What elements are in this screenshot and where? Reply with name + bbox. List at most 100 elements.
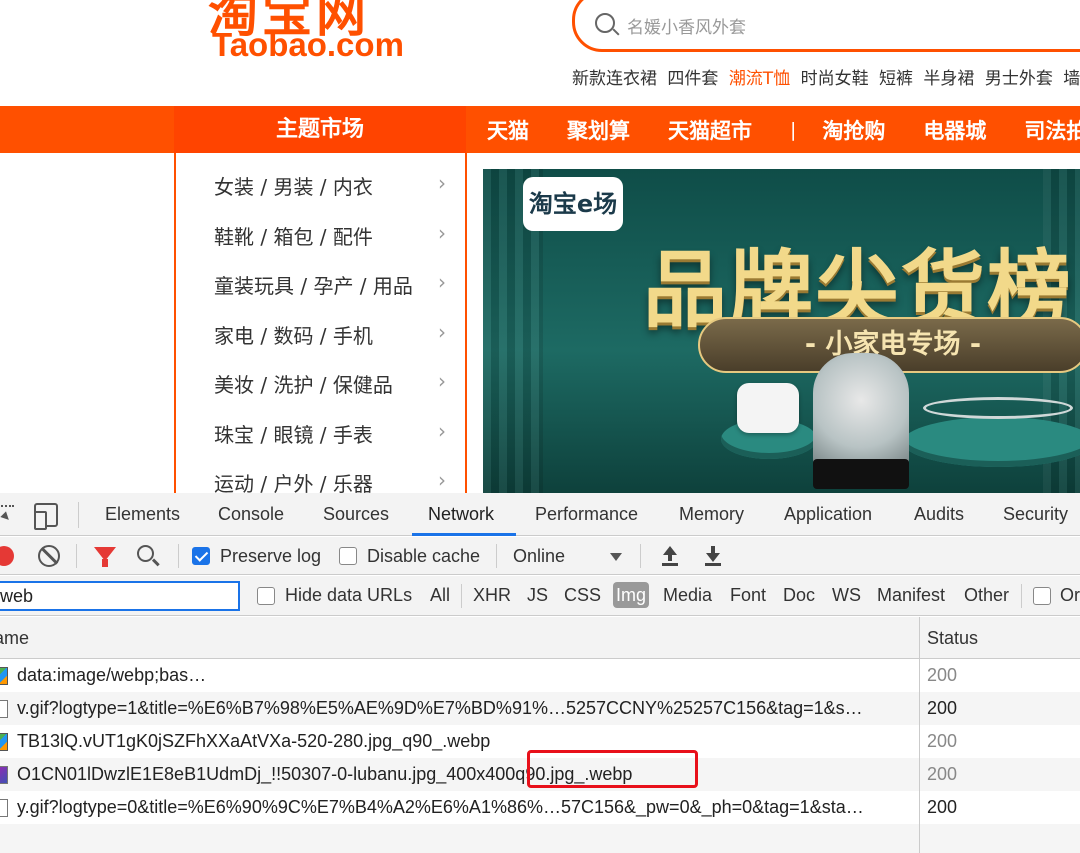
type-filter-all[interactable]: All: [430, 585, 450, 606]
gif-file-icon: [0, 799, 8, 817]
throttling-select[interactable]: Online: [513, 546, 565, 567]
trailing-filter-checkbox[interactable]: [1033, 587, 1051, 605]
gif-file-icon: [0, 700, 8, 718]
divider: [496, 544, 497, 568]
column-header-status[interactable]: Status: [927, 628, 978, 649]
category-item[interactable]: 童装玩具 / 孕产 / 用品: [214, 270, 413, 299]
hotword-link[interactable]: 墙: [1063, 69, 1080, 89]
trailing-filter-label[interactable]: Or: [1060, 585, 1080, 606]
nav-link-juhuasuan[interactable]: 聚划算: [567, 115, 630, 145]
request-status: 200: [927, 764, 958, 784]
promo-banner[interactable]: 淘宝e场 品牌尖货榜 - 小家电专场 -: [483, 169, 1080, 493]
hotword-link[interactable]: 短裤: [879, 69, 913, 89]
empty-table-row: [0, 824, 1080, 853]
chevron-right-icon: ›: [438, 468, 446, 492]
request-status: 200: [927, 665, 958, 685]
nav-link-electronics[interactable]: 电器城: [923, 115, 986, 145]
nav-link-auction[interactable]: 司法拍: [1024, 115, 1080, 145]
nav-link-tmall-supermarket[interactable]: 天猫超市: [668, 115, 752, 145]
hotword-link-highlighted[interactable]: 潮流T恤: [729, 69, 790, 89]
tab-elements[interactable]: Elements: [105, 504, 180, 525]
tab-network[interactable]: Network: [428, 504, 494, 525]
divider: [640, 544, 641, 568]
category-item[interactable]: 女装 / 男装 / 内衣: [214, 171, 373, 200]
clear-icon[interactable]: [38, 545, 60, 567]
type-filter-ws[interactable]: WS: [832, 585, 861, 606]
table-row[interactable]: data:image/webp;bas… 200: [0, 659, 1080, 692]
taobao-page: 淘宝网 Taobao.com 名媛小香风外套 新款连衣裙 四件套 潮流T恤 时尚…: [0, 0, 1080, 493]
nav-theme-market[interactable]: 主题市场: [174, 106, 466, 153]
hotword-link[interactable]: 时尚女鞋: [801, 69, 869, 89]
image-file-icon: [0, 733, 8, 751]
chevron-right-icon: ›: [438, 221, 446, 245]
search-icon[interactable]: [137, 545, 154, 562]
category-item[interactable]: 珠宝 / 眼镜 / 手表: [214, 419, 373, 448]
divider: [1021, 584, 1022, 608]
divider: [78, 502, 79, 528]
hotword-link[interactable]: 男士外套: [985, 69, 1053, 89]
filter-icon[interactable]: [94, 547, 116, 567]
tab-security[interactable]: Security: [1003, 504, 1068, 525]
category-item[interactable]: 家电 / 数码 / 手机: [214, 320, 373, 349]
divider: [76, 544, 77, 568]
request-name[interactable]: O1CN01lDwzlE1E8eB1UdmDj_!!50307-0-lubanu…: [17, 764, 913, 785]
chevron-right-icon: ›: [438, 270, 446, 294]
type-filter-css[interactable]: CSS: [564, 585, 601, 606]
hotword-link[interactable]: 四件套: [667, 69, 718, 89]
earbuds-product-image: [737, 383, 799, 433]
hide-data-urls-label[interactable]: Hide data URLs: [285, 585, 412, 606]
annotation-highlight-box: [527, 750, 698, 788]
tab-sources[interactable]: Sources: [323, 504, 389, 525]
record-icon[interactable]: [0, 546, 14, 566]
speaker-base-image: [813, 459, 909, 489]
type-filter-doc[interactable]: Doc: [783, 585, 815, 606]
tab-audits[interactable]: Audits: [914, 504, 964, 525]
tab-memory[interactable]: Memory: [679, 504, 744, 525]
table-row[interactable]: v.gif?logtype=1&title=%E6%B7%98%E5%AE%9D…: [0, 692, 1080, 725]
tab-console[interactable]: Console: [218, 504, 284, 525]
inspect-element-icon[interactable]: [0, 505, 14, 525]
request-name[interactable]: TB13lQ.vUT1gK0jSZFhXXaAtVXa-520-280.jpg_…: [17, 731, 913, 752]
type-filter-other[interactable]: Other: [964, 585, 1009, 606]
nav-links: 天猫 聚划算 天猫超市 | 淘抢购 电器城 司法拍: [487, 106, 1080, 153]
hotword-link[interactable]: 新款连衣裙: [572, 69, 657, 89]
category-item[interactable]: 鞋靴 / 箱包 / 配件: [214, 221, 373, 250]
type-filter-img[interactable]: Img: [613, 582, 650, 608]
type-filter-js[interactable]: JS: [527, 585, 548, 606]
chevron-right-icon: ›: [438, 369, 446, 393]
preserve-log-checkbox[interactable]: [192, 547, 210, 565]
disable-cache-label[interactable]: Disable cache: [367, 546, 480, 567]
network-toolbar: Preserve log Disable cache Online: [0, 537, 1080, 575]
request-table-header: ame Status: [0, 617, 1080, 659]
chevron-down-icon[interactable]: [610, 553, 622, 561]
nav-link-tmall[interactable]: 天猫: [487, 115, 529, 145]
device-toolbar-icon[interactable]: [34, 503, 58, 530]
filter-input[interactable]: web: [0, 581, 240, 611]
disable-cache-checkbox[interactable]: [339, 547, 357, 565]
column-header-name[interactable]: ame: [0, 628, 29, 649]
hide-data-urls-checkbox[interactable]: [257, 587, 275, 605]
hotword-link[interactable]: 半身裙: [923, 69, 974, 89]
preserve-log-label[interactable]: Preserve log: [220, 546, 321, 567]
nav-link-taoqianggou[interactable]: 淘抢购: [822, 115, 885, 145]
request-name[interactable]: data:image/webp;bas…: [17, 665, 913, 686]
request-name[interactable]: v.gif?logtype=1&title=%E6%B7%98%E5%AE%9D…: [17, 698, 913, 719]
category-item[interactable]: 美妆 / 洗护 / 保健品: [214, 369, 393, 398]
type-filter-manifest[interactable]: Manifest: [877, 585, 945, 606]
import-har-icon-base: [662, 563, 678, 566]
search-box[interactable]: 名媛小香风外套: [572, 0, 1080, 52]
category-item[interactable]: 运动 / 户外 / 乐器: [214, 468, 373, 493]
taobao-logo-english[interactable]: Taobao.com: [212, 26, 404, 64]
type-filter-xhr[interactable]: XHR: [473, 585, 511, 606]
table-row[interactable]: y.gif?logtype=0&title=%E6%90%9C%E7%B4%A2…: [0, 791, 1080, 824]
type-filter-font[interactable]: Font: [730, 585, 766, 606]
tab-application[interactable]: Application: [784, 504, 872, 525]
request-name[interactable]: y.gif?logtype=0&title=%E6%90%9C%E7%B4%A2…: [17, 797, 913, 818]
tab-performance[interactable]: Performance: [535, 504, 638, 525]
request-status: 200: [927, 731, 958, 751]
search-icon: [595, 13, 615, 33]
category-panel: 女装 / 男装 / 内衣 › 鞋靴 / 箱包 / 配件 › 童装玩具 / 孕产 …: [174, 153, 467, 493]
trimmer-product-image: [923, 397, 1073, 419]
type-filter-media[interactable]: Media: [663, 585, 712, 606]
export-har-icon-base: [705, 563, 721, 566]
